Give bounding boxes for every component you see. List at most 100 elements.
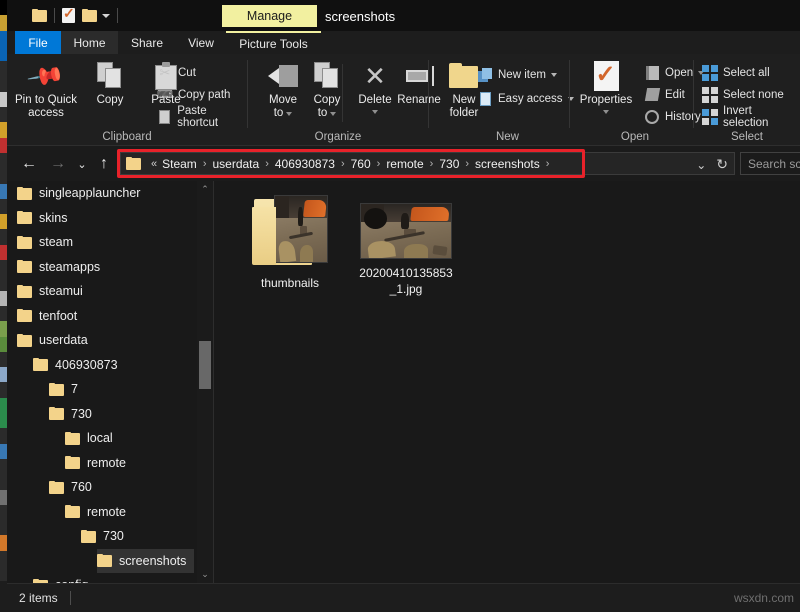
chevron-down-icon[interactable]: [286, 112, 292, 116]
properties-icon[interactable]: [62, 8, 75, 23]
new-item-label: New item: [498, 69, 546, 81]
search-input[interactable]: Search scre: [740, 152, 800, 175]
folder-icon: [49, 481, 64, 494]
breadcrumb-separator[interactable]: ›: [460, 158, 474, 170]
tab-picture-tools[interactable]: Picture Tools: [226, 31, 321, 54]
breadcrumb-separator[interactable]: ›: [372, 158, 386, 170]
list-item-label-line2: _1.jpg: [390, 282, 423, 296]
qat-divider-2: [117, 8, 118, 23]
properties-button[interactable]: Properties: [570, 58, 642, 126]
tree-item-skins[interactable]: skins: [17, 206, 75, 230]
new-item-button[interactable]: New item: [477, 64, 557, 85]
pin-label-line2: access: [28, 107, 64, 120]
breadcrumb-separator[interactable]: ›: [198, 158, 212, 170]
tab-view[interactable]: View: [176, 31, 226, 54]
paste-shortcut-button[interactable]: Paste shortcut: [157, 106, 247, 127]
tree-item-singleapplauncher[interactable]: singleapplauncher: [17, 181, 148, 205]
breadcrumb-separator[interactable]: ›: [336, 158, 350, 170]
folder-icon: [81, 530, 96, 543]
folder-thumbnail-icon: [252, 193, 328, 269]
edit-icon: [644, 87, 660, 103]
tree-item-steamui[interactable]: steamui: [17, 279, 91, 303]
folder-icon: [65, 432, 80, 445]
chevron-down-icon[interactable]: [102, 14, 110, 18]
cut-label: Cut: [178, 67, 196, 79]
tree-item-730[interactable]: 730: [49, 402, 100, 426]
file-list-view[interactable]: thumbnails 20200410135853 _1.jpg: [214, 181, 800, 583]
tree-item-remote[interactable]: remote: [65, 451, 134, 475]
folder-icon: [65, 456, 80, 469]
chevron-down-icon[interactable]: [372, 110, 378, 114]
tree-item-label: remote: [87, 505, 126, 519]
tree-item-screenshots[interactable]: screenshots: [97, 549, 194, 573]
scrollbar-thumb[interactable]: [199, 341, 211, 389]
ribbon-group-organize: Move to Copy to ✕ Delete: [248, 54, 428, 146]
select-all-button[interactable]: Select all: [702, 62, 770, 83]
breadcrumb-item-steam[interactable]: Steam: [161, 157, 198, 171]
pin-to-quick-access-button[interactable]: 📌 Pin to Quick access: [15, 58, 77, 126]
breadcrumb-item-406930873[interactable]: 406930873: [274, 157, 336, 171]
delete-icon: ✕: [364, 58, 386, 94]
tree-item-406930873[interactable]: 406930873: [33, 353, 126, 377]
edit-button[interactable]: Edit: [644, 84, 685, 105]
tree-item-7[interactable]: 7: [49, 377, 86, 401]
cut-button[interactable]: ✂ Cut: [157, 62, 196, 83]
copy-button[interactable]: Copy: [79, 58, 141, 126]
chevron-down-icon[interactable]: ⌄: [696, 158, 706, 172]
breadcrumb-item-remote[interactable]: remote: [385, 157, 424, 171]
invert-selection-button[interactable]: Invert selection: [702, 106, 800, 127]
tree-item-userdata[interactable]: userdata: [17, 328, 96, 352]
ribbon-group-clipboard: 📌 Pin to Quick access Copy Paste ✂ Cut ⌨…: [7, 54, 247, 146]
folder-icon: [126, 157, 141, 170]
tree-item-local[interactable]: local: [65, 426, 121, 450]
breadcrumb-item-screenshots[interactable]: screenshots: [474, 157, 541, 171]
breadcrumb-item-userdata[interactable]: userdata: [211, 157, 260, 171]
address-bar[interactable]: « Steam›userdata›406930873›760›remote›73…: [120, 152, 735, 175]
forward-button[interactable]: →: [47, 153, 69, 175]
folder-icon[interactable]: [32, 9, 47, 22]
folder-icon: [17, 285, 32, 298]
chevron-down-icon[interactable]: [551, 73, 557, 77]
tree-item-remote[interactable]: remote: [65, 500, 134, 524]
breadcrumb-separator[interactable]: ›: [425, 158, 439, 170]
breadcrumb-separator[interactable]: ›: [541, 158, 555, 170]
back-button[interactable]: ←: [18, 153, 40, 175]
list-item[interactable]: 20200410135853 _1.jpg: [347, 203, 465, 297]
contextual-tab-manage[interactable]: Manage: [222, 5, 317, 27]
recent-locations-button[interactable]: ⌄: [74, 153, 90, 175]
tree-item-label: screenshots: [119, 554, 186, 568]
tree-item-config[interactable]: config: [33, 573, 96, 583]
breadcrumb-item-730[interactable]: 730: [438, 157, 460, 171]
breadcrumb-separator[interactable]: ›: [260, 158, 274, 170]
invert-selection-label: Invert selection: [723, 105, 800, 129]
tree-item-tenfoot[interactable]: tenfoot: [17, 304, 85, 328]
navigation-pane-scrollbar[interactable]: ⌃ ⌄: [197, 181, 213, 583]
scroll-up-icon[interactable]: ⌃: [197, 181, 213, 198]
breadcrumb-overflow[interactable]: «: [147, 158, 161, 170]
list-item[interactable]: thumbnails: [231, 193, 349, 291]
select-none-button[interactable]: Select none: [702, 84, 784, 105]
up-button[interactable]: ↑: [93, 153, 115, 175]
tree-item-steamapps[interactable]: steamapps: [17, 255, 108, 279]
refresh-icon[interactable]: ↻: [716, 156, 728, 173]
folder-icon: [17, 309, 32, 322]
scroll-down-icon[interactable]: ⌄: [197, 566, 213, 583]
background-window-edge-strip: [0, 0, 7, 612]
new-folder-label-line2: folder: [450, 107, 479, 120]
chevron-down-icon[interactable]: [330, 112, 336, 116]
address-bar-controls: ⌄ ↻: [696, 153, 728, 176]
tab-home[interactable]: Home: [61, 31, 118, 54]
tree-item-730[interactable]: 730: [81, 524, 132, 548]
tab-file[interactable]: File: [15, 31, 61, 54]
easy-access-button[interactable]: Easy access: [477, 88, 574, 109]
copy-path-button[interactable]: ⌨ Copy path: [157, 84, 230, 105]
chevron-down-icon[interactable]: [603, 110, 609, 114]
tree-item-steam[interactable]: steam: [17, 230, 81, 254]
tab-share[interactable]: Share: [118, 31, 176, 54]
tree-item-label: 730: [71, 407, 92, 421]
tree-item-760[interactable]: 760: [49, 475, 100, 499]
breadcrumb-item-760[interactable]: 760: [350, 157, 372, 171]
folder-icon: [49, 383, 64, 396]
new-folder-icon[interactable]: [82, 9, 95, 22]
tree-item-label: local: [87, 431, 113, 445]
